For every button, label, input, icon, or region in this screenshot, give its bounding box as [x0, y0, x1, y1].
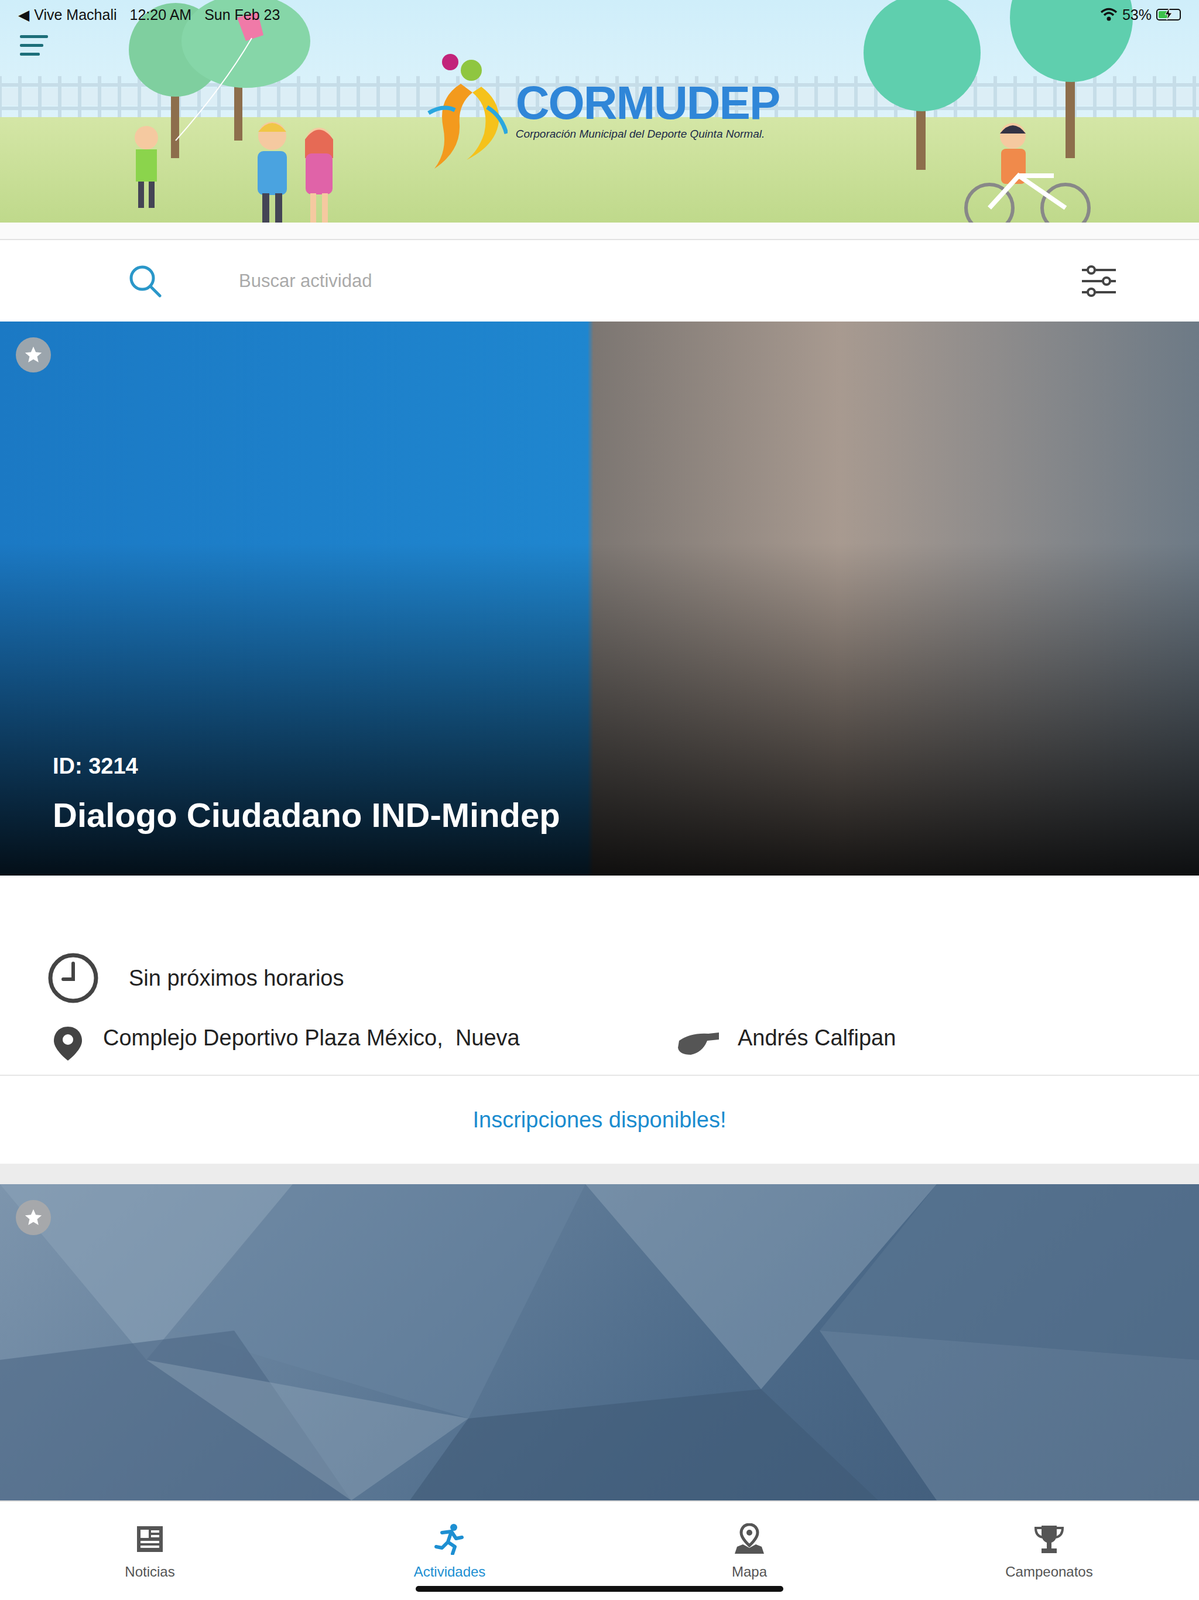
back-app-name: Vive Machali: [33, 6, 117, 23]
location-cell: Complejo Deportivo Plaza México, Nueva: [46, 1025, 674, 1061]
header-separator: [0, 222, 1199, 241]
search-input[interactable]: [238, 264, 1005, 298]
back-arrow: ◀: [18, 6, 30, 23]
battery-icon: [1156, 8, 1181, 21]
cormudep-figure-icon: [425, 51, 508, 169]
tab[interactable]: Actividades: [299, 1501, 600, 1600]
tab[interactable]: Mapa: [599, 1501, 900, 1600]
info-row: Complejo Deportivo Plaza México, Nueva An…: [46, 1025, 1199, 1061]
news-icon: [135, 1522, 165, 1555]
schedule-text: Sin próximos horarios: [128, 965, 344, 991]
activity-title: Dialogo Ciudadano IND-Mindep: [52, 795, 1199, 835]
running-person-icon: [433, 1522, 466, 1555]
status-bar: ◀Vive Machali 12:20 AM Sun Feb 23 53%: [0, 0, 1199, 29]
favorite-button[interactable]: [15, 1199, 51, 1235]
header: ◀Vive Machali 12:20 AM Sun Feb 23 53% CORMUD…: [0, 0, 1199, 223]
location-pin-icon: [50, 1025, 86, 1061]
logo-text: CORMUDEPCorporación Municipal del Deport…: [515, 79, 780, 141]
tab-label: Noticias: [124, 1563, 175, 1580]
card-gap: [0, 1163, 1199, 1184]
star-icon: [23, 1207, 44, 1228]
clock-icon: [46, 951, 100, 1005]
tab-label: Mapa: [731, 1563, 767, 1580]
search-bar: [0, 240, 1199, 322]
back-to-app[interactable]: ◀Vive Machali: [18, 6, 118, 24]
tab-bar: Noticias Actividades Mapa Campeonatos: [0, 1499, 1199, 1600]
home-indicator: [415, 1585, 784, 1592]
filter-icon[interactable]: [1080, 262, 1118, 300]
logo-subtitle: Corporación Municipal del Deporte Quinta…: [515, 127, 780, 141]
tab[interactable]: Noticias: [0, 1501, 300, 1600]
schedule-row: Sin próximos horarios: [46, 951, 1199, 1005]
map-icon: [733, 1522, 766, 1555]
tab-label: Campeonatos: [1005, 1563, 1093, 1580]
registration-button[interactable]: Inscripciones disponibles!: [0, 1074, 1199, 1164]
activity-card[interactable]: [0, 1183, 1199, 1500]
instructor-cell: Andrés Calfipan: [673, 1025, 1199, 1061]
status-right: 53%: [1100, 6, 1181, 24]
date: Sun Feb 23: [204, 6, 280, 24]
activity-photo[interactable]: ID: 3214 Dialogo Ciudadano IND-Mindep: [0, 321, 1199, 876]
instructor-name: Andrés Calfipan: [737, 1025, 896, 1051]
activity-details: Sin próximos horarios Complejo Deportivo …: [0, 875, 1199, 1075]
favorite-button[interactable]: [15, 337, 51, 373]
search-icon[interactable]: [127, 263, 163, 299]
star-icon: [23, 344, 44, 365]
tab[interactable]: Campeonatos: [899, 1501, 1199, 1600]
clock-time: 12:20 AM: [129, 6, 193, 24]
battery-percent: 53%: [1122, 6, 1152, 24]
menu-icon[interactable]: [19, 33, 49, 58]
cormudep-logo: CORMUDEPCorporación Municipal del Deport…: [0, 51, 1199, 169]
charging-bolt-icon: [1163, 8, 1174, 20]
trophy-icon: [1033, 1522, 1065, 1555]
logo-title: CORMUDEP: [515, 79, 780, 127]
activity-id: ID: 3214: [52, 753, 1199, 779]
whistle-icon: [673, 1028, 721, 1058]
tab-label: Actividades: [413, 1563, 486, 1580]
location-text: Complejo Deportivo Plaza México, Nueva: [103, 1025, 520, 1051]
wifi-icon: [1100, 7, 1118, 22]
